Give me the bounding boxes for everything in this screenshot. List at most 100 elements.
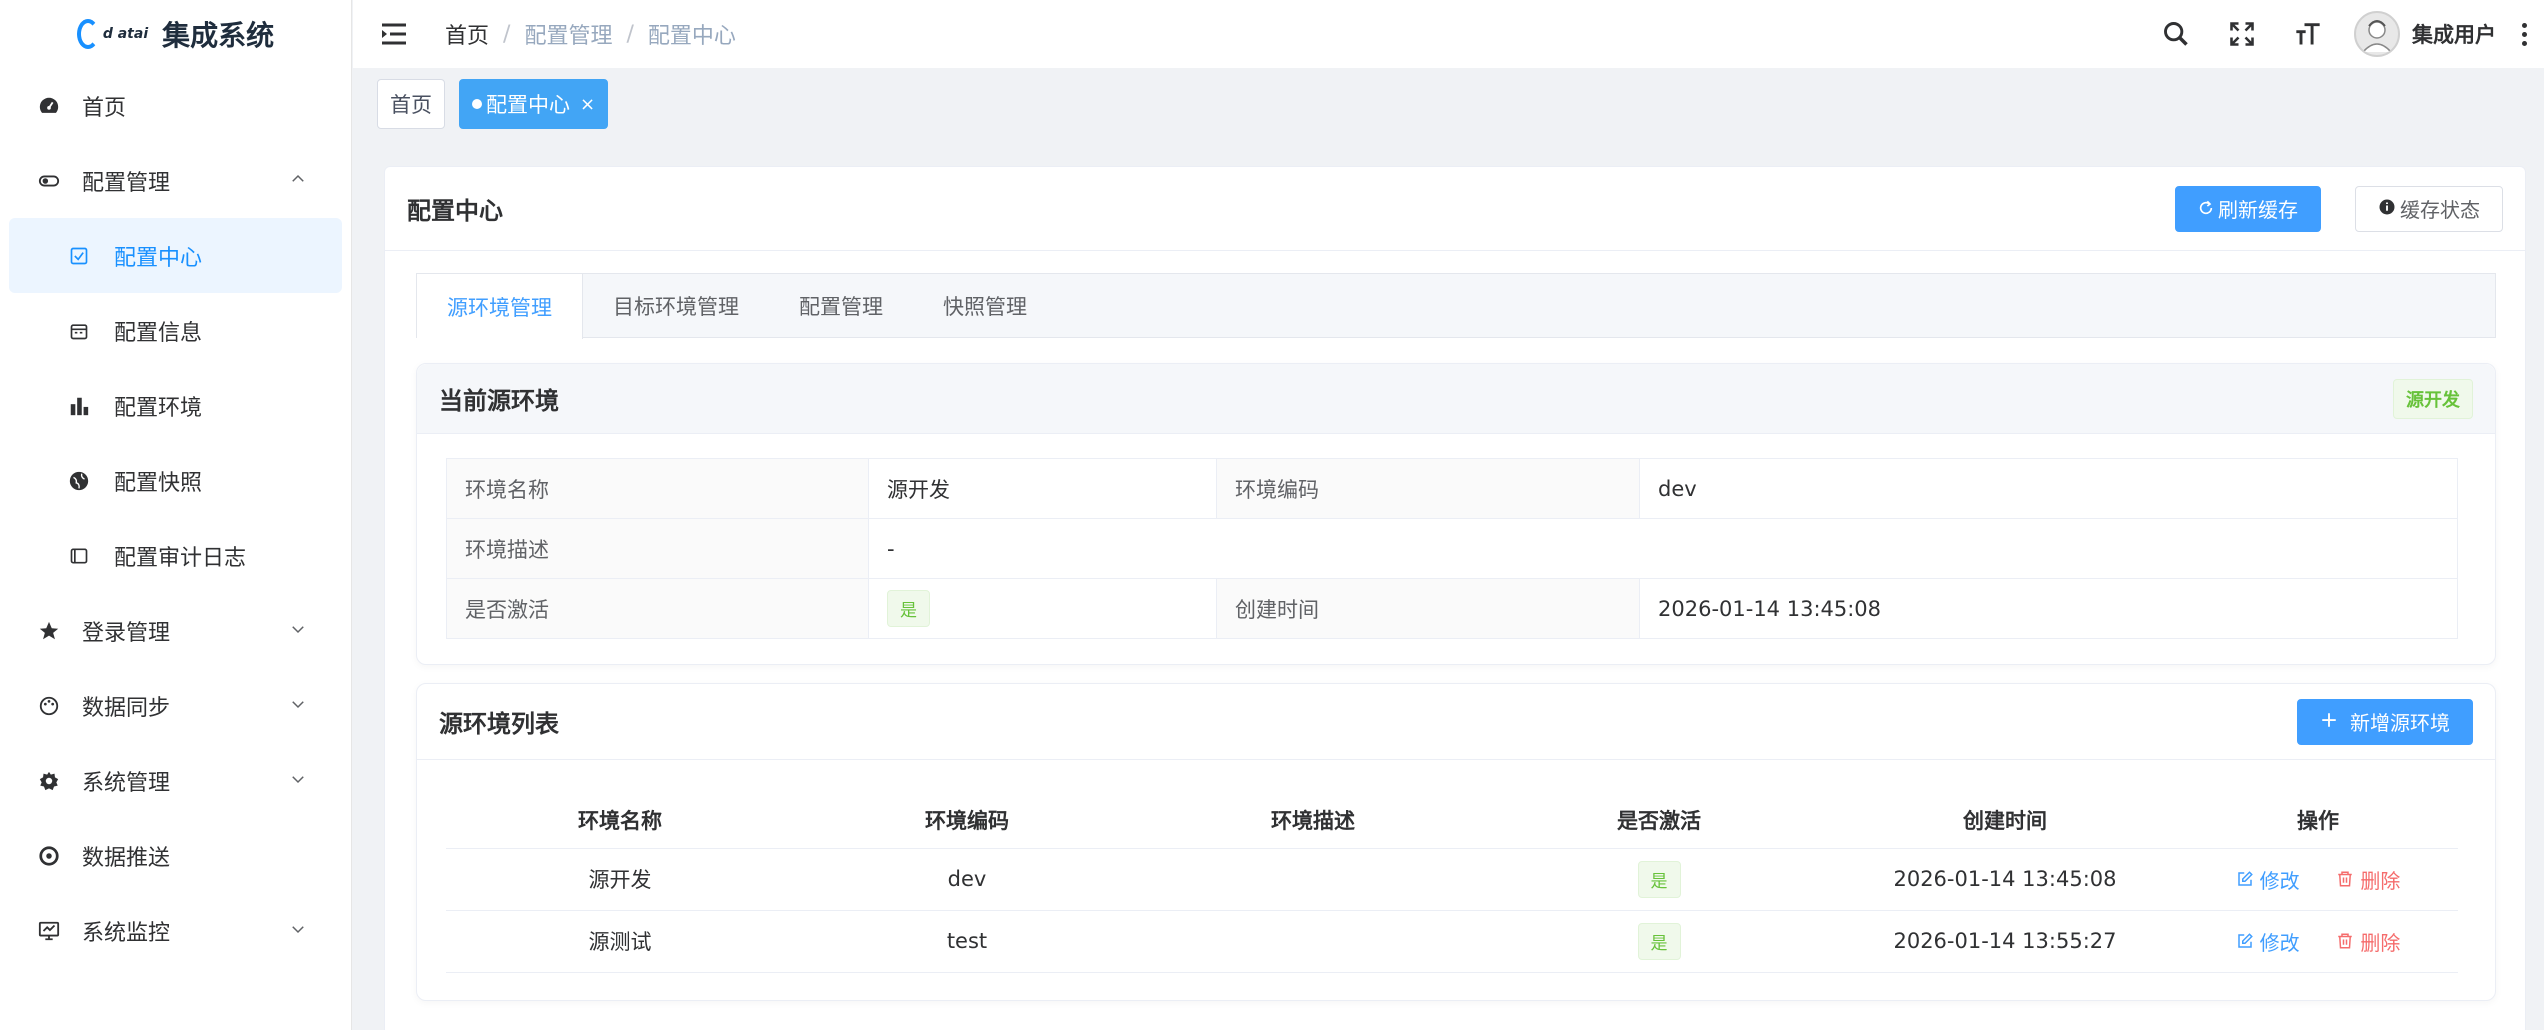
log-icon bbox=[66, 543, 92, 569]
breadcrumb-home[interactable]: 首页 bbox=[445, 18, 489, 50]
sidebar-item-label: 配置中心 bbox=[114, 245, 203, 271]
sidebar-item-config-mgmt[interactable]: 配置管理 bbox=[0, 143, 351, 218]
tab-snapshot-mgmt[interactable]: 快照管理 bbox=[913, 274, 1057, 337]
delete-button[interactable]: 删除 bbox=[2336, 927, 2400, 956]
edit-label: 修改 bbox=[2259, 868, 2300, 893]
table-header-row: 环境名称 环境编码 环境描述 是否激活 创建时间 操作 bbox=[446, 792, 2458, 849]
label-env-active: 是否激活 bbox=[446, 578, 869, 639]
sidebar-item-system-mgmt[interactable]: 系统管理 bbox=[0, 743, 351, 818]
sidebar-item-data-push[interactable]: 数据推送 bbox=[0, 818, 351, 893]
trash-icon bbox=[2338, 933, 2353, 949]
value-env-name: 源开发 bbox=[868, 458, 1217, 519]
cell-env-active: 是 bbox=[1486, 848, 1832, 911]
config-center-card: 配置中心 刷新缓存 缓存状态 源环境管理 目标环境管理 配置管理 快照管理 当前… bbox=[384, 166, 2526, 1030]
value-env-desc: - bbox=[868, 518, 2458, 579]
sidebar-item-label: 配置环境 bbox=[114, 395, 203, 421]
cell-env-name: 源测试 bbox=[446, 910, 794, 973]
refresh-cache-button[interactable]: 刷新缓存 bbox=[2175, 185, 2321, 232]
value-env-created: 2026-01-14 13:45:08 bbox=[1639, 578, 2458, 639]
panel-title: 当前源环境 bbox=[439, 387, 559, 415]
cache-status-button[interactable]: 缓存状态 bbox=[2355, 185, 2503, 232]
sidebar-item-system-monitor[interactable]: 系统监控 bbox=[0, 893, 351, 968]
cell-actions: 修改 删除 bbox=[2178, 910, 2458, 973]
star-icon bbox=[36, 618, 62, 644]
monitor-icon bbox=[36, 918, 62, 944]
cell-actions: 修改 删除 bbox=[2178, 848, 2458, 911]
value-env-active: 是 bbox=[868, 578, 1217, 639]
column-header: 是否激活 bbox=[1486, 792, 1832, 849]
cell-env-created: 2026-01-14 13:45:08 bbox=[1832, 848, 2178, 911]
refresh-icon bbox=[2198, 197, 2214, 221]
bar-chart-icon bbox=[66, 393, 92, 419]
table-row: 源测试 test 是 2026-01-14 13:55:27 修改 删除 bbox=[446, 910, 2458, 973]
edit-button[interactable]: 修改 bbox=[2236, 927, 2300, 956]
sidebar-item-config-info[interactable]: 配置信息 bbox=[0, 293, 351, 368]
add-source-env-button[interactable]: 新增源环境 bbox=[2297, 698, 2473, 745]
current-env-panel: 当前源环境 源开发 环境名称 源开发 环境编码 dev 环境描述 - 是否激活 … bbox=[416, 363, 2496, 665]
breadcrumb-current: 配置中心 bbox=[647, 24, 736, 49]
sidebar-item-data-sync[interactable]: 数据同步 bbox=[0, 668, 351, 743]
gear-icon bbox=[36, 768, 62, 794]
more-vertical-icon[interactable] bbox=[2514, 22, 2534, 46]
status-badge: 是 bbox=[1637, 860, 1681, 898]
column-header: 创建时间 bbox=[1832, 792, 2178, 849]
sidebar-item-home[interactable]: 首页 bbox=[0, 68, 351, 143]
cell-env-created: 2026-01-14 13:55:27 bbox=[1832, 910, 2178, 973]
tab-source-env[interactable]: 源环境管理 bbox=[417, 274, 583, 339]
info-icon bbox=[2378, 197, 2396, 221]
sidebar-item-config-audit[interactable]: 配置审计日志 bbox=[0, 518, 351, 593]
label-env-name: 环境名称 bbox=[446, 458, 869, 519]
label-env-created: 创建时间 bbox=[1216, 578, 1640, 639]
trash-icon bbox=[2338, 871, 2353, 887]
dashboard-icon bbox=[36, 93, 62, 119]
sidebar-item-label: 配置快照 bbox=[114, 470, 203, 496]
delete-label: 删除 bbox=[2360, 930, 2401, 955]
edit-icon bbox=[2237, 933, 2253, 948]
sidebar-item-config-env[interactable]: 配置环境 bbox=[0, 368, 351, 443]
search-icon[interactable] bbox=[2156, 14, 2196, 54]
edit-icon bbox=[2237, 871, 2253, 886]
tag-home[interactable]: 首页 bbox=[377, 79, 445, 129]
tag-config-center[interactable]: 配置中心 × bbox=[459, 79, 609, 129]
sidebar-menu: 首页 配置管理 配置中心 配置信息 配置环境 配置快照 配置审计日志 登录管理 … bbox=[0, 68, 351, 968]
sidebar-item-label: 配置审计日志 bbox=[114, 545, 247, 571]
app-title: 集成系统 bbox=[162, 19, 275, 52]
edit-button[interactable]: 修改 bbox=[2236, 865, 2300, 894]
panel-header: 当前源环境 源开发 bbox=[417, 364, 2495, 434]
username[interactable]: 集成用户 bbox=[2412, 19, 2496, 49]
page-title: 配置中心 bbox=[407, 197, 503, 225]
close-icon[interactable]: × bbox=[580, 94, 595, 115]
avatar[interactable] bbox=[2354, 11, 2400, 57]
sidebar-item-label: 数据推送 bbox=[82, 845, 171, 871]
column-header: 操作 bbox=[2178, 792, 2458, 849]
tab-config-mgmt[interactable]: 配置管理 bbox=[769, 274, 913, 337]
sidebar: d atai 集成系统 首页 配置管理 配置中心 配置信息 配置环境 配置快照 … bbox=[0, 0, 352, 1030]
status-badge: 是 bbox=[1637, 922, 1681, 960]
hamburger-icon[interactable] bbox=[379, 19, 409, 49]
card-header: 配置中心 刷新缓存 缓存状态 bbox=[385, 167, 2525, 251]
sidebar-item-label: 登录管理 bbox=[82, 620, 171, 646]
sidebar-item-config-snapshot[interactable]: 配置快照 bbox=[0, 443, 351, 518]
font-size-icon[interactable] bbox=[2288, 14, 2328, 54]
plus-icon bbox=[2320, 710, 2338, 734]
column-header: 环境名称 bbox=[446, 792, 794, 849]
calendar-icon bbox=[66, 318, 92, 344]
chevron-up-icon bbox=[289, 169, 307, 194]
value-env-code: dev bbox=[1639, 458, 2458, 519]
breadcrumb-config-mgmt: 配置管理 bbox=[524, 24, 613, 49]
cell-env-active: 是 bbox=[1486, 910, 1832, 973]
sidebar-item-login-mgmt[interactable]: 登录管理 bbox=[0, 593, 351, 668]
fullscreen-icon[interactable] bbox=[2222, 14, 2262, 54]
checkbox-icon bbox=[66, 243, 92, 269]
refresh-cache-label: 刷新缓存 bbox=[2218, 198, 2298, 222]
sidebar-item-label: 配置信息 bbox=[114, 320, 203, 346]
label-env-code: 环境编码 bbox=[1216, 458, 1640, 519]
panel-header: 源环境列表 新增源环境 bbox=[417, 684, 2495, 760]
chevron-down-icon bbox=[289, 694, 307, 719]
delete-button[interactable]: 删除 bbox=[2336, 865, 2400, 894]
tab-target-env[interactable]: 目标环境管理 bbox=[583, 274, 769, 337]
sidebar-item-config-center[interactable]: 配置中心 bbox=[9, 218, 342, 293]
cell-env-name: 源开发 bbox=[446, 848, 794, 911]
chevron-down-icon bbox=[289, 769, 307, 794]
sidebar-item-label: 系统管理 bbox=[82, 770, 171, 796]
